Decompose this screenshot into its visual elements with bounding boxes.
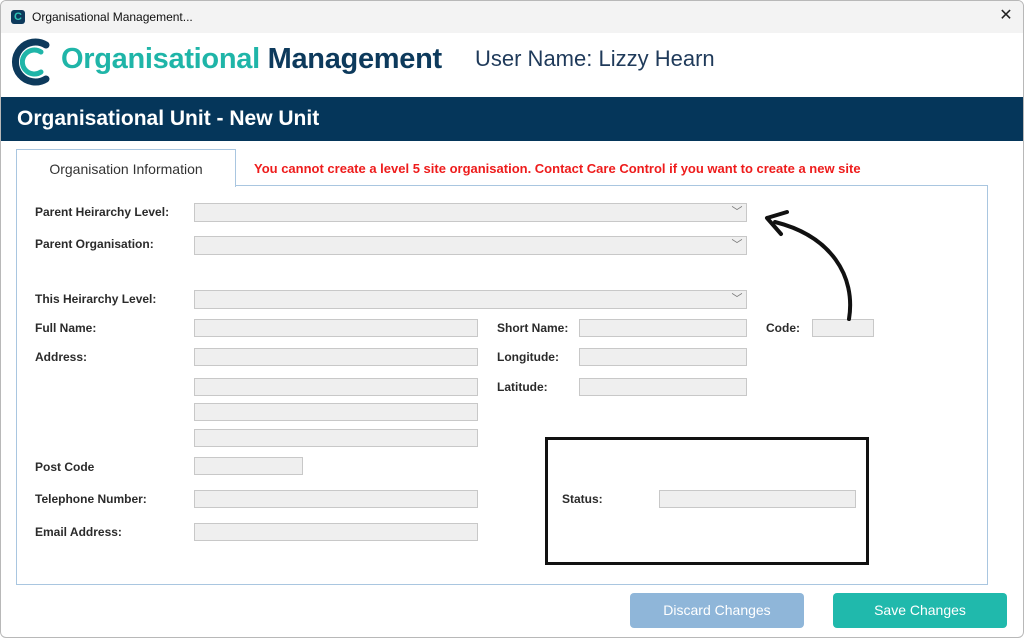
save-changes-button[interactable]: Save Changes xyxy=(833,593,1007,628)
app-name: Organisational Management xyxy=(61,43,442,76)
email-label: Email Address: xyxy=(35,525,122,539)
page-header: Organisational Unit - New Unit xyxy=(1,97,1023,141)
close-icon[interactable]: ✕ xyxy=(997,6,1015,26)
app-window: C Organisational Management... ✕ Organis… xyxy=(0,0,1024,638)
post-code-label: Post Code xyxy=(35,460,95,474)
this-hierarchy-level-label: This Heirarchy Level: xyxy=(35,292,157,306)
longitude-label: Longitude: xyxy=(497,350,559,364)
app-name-part2: Management xyxy=(267,43,443,75)
parent-hierarchy-level-label: Parent Heirarchy Level: xyxy=(35,205,170,219)
longitude-input[interactable] xyxy=(579,348,747,366)
status-label: Status: xyxy=(562,492,603,506)
telephone-label: Telephone Number: xyxy=(35,492,147,506)
short-name-label: Short Name: xyxy=(497,321,569,335)
tab-organisation-information[interactable]: Organisation Information xyxy=(16,149,236,187)
address-line-3-input[interactable] xyxy=(194,403,478,421)
address-line-4-input[interactable] xyxy=(194,429,478,447)
user-name-label: User Name: Lizzy Hearn xyxy=(475,46,715,71)
app-name-part1: Organisational xyxy=(61,43,260,75)
latitude-input[interactable] xyxy=(579,378,747,396)
status-input[interactable] xyxy=(659,490,856,508)
parent-hierarchy-level-select[interactable]: ﹀ xyxy=(194,203,747,222)
this-hierarchy-level-select[interactable]: ﹀ xyxy=(194,290,747,309)
short-name-input[interactable] xyxy=(579,319,747,337)
app-icon: C xyxy=(11,10,25,24)
post-code-input[interactable] xyxy=(194,457,303,475)
warning-message: You cannot create a level 5 site organis… xyxy=(254,161,861,176)
window-title: Organisational Management... xyxy=(32,10,193,24)
parent-organisation-label: Parent Organisation: xyxy=(35,237,154,251)
full-name-label: Full Name: xyxy=(35,321,97,335)
telephone-input[interactable] xyxy=(194,490,478,508)
full-name-input[interactable] xyxy=(194,319,478,337)
discard-changes-button[interactable]: Discard Changes xyxy=(630,593,804,628)
curved-arrow-icon xyxy=(765,210,853,321)
brand-logo-icon xyxy=(12,38,50,86)
parent-organisation-select[interactable]: ﹀ xyxy=(194,236,747,255)
chevron-down-icon: ﹀ xyxy=(731,239,743,251)
address-line-1-input[interactable] xyxy=(194,348,478,366)
address-label: Address: xyxy=(35,350,88,364)
chevron-down-icon: ﹀ xyxy=(731,206,743,218)
latitude-label: Latitude: xyxy=(497,380,548,394)
email-input[interactable] xyxy=(194,523,478,541)
title-bar: C Organisational Management... ✕ xyxy=(1,1,1023,33)
address-line-2-input[interactable] xyxy=(194,378,478,396)
page-title: Organisational Unit - New Unit xyxy=(17,107,320,130)
tab-label: Organisation Information xyxy=(49,161,203,177)
chevron-down-icon: ﹀ xyxy=(731,293,743,305)
